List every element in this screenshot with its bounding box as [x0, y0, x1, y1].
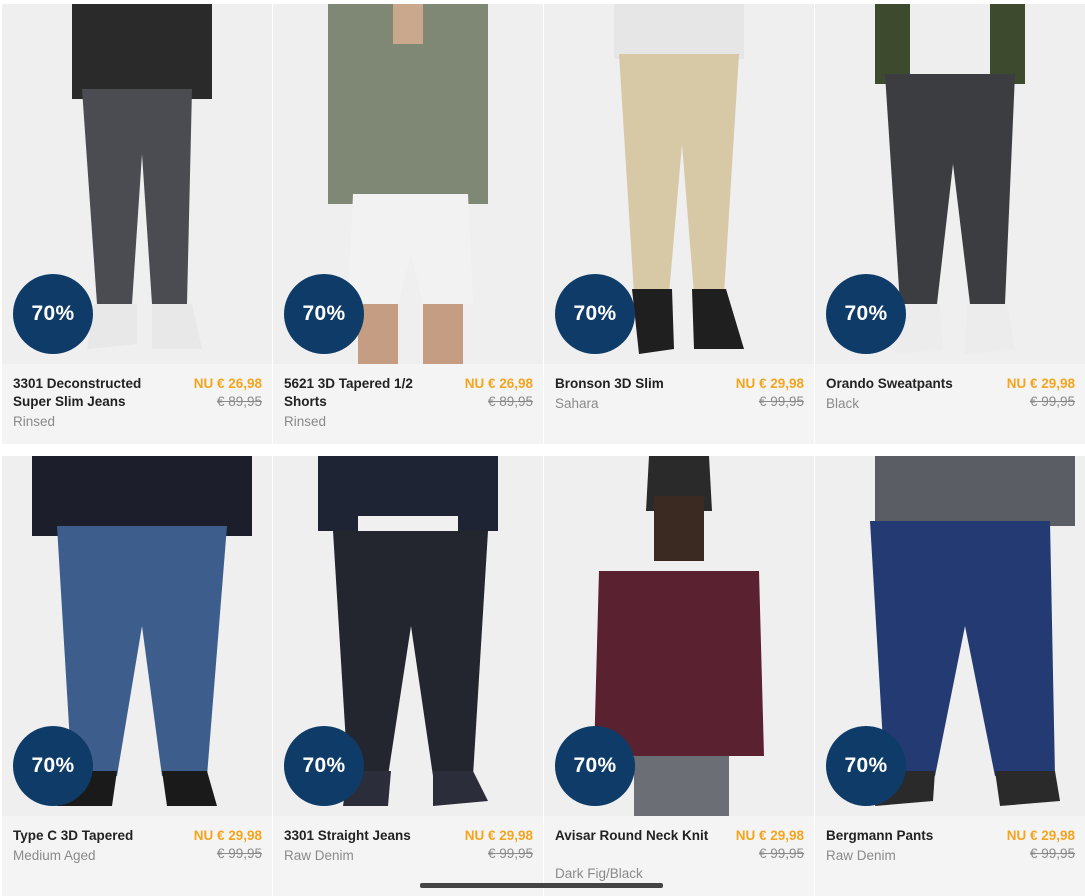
- discount-badge: 70%: [555, 274, 635, 354]
- product-color: Raw Denim: [826, 848, 896, 863]
- product-color: Rinsed: [13, 414, 56, 429]
- sale-price: NU € 29,98: [464, 828, 533, 843]
- sale-price: NU € 26,98: [464, 376, 533, 391]
- original-price: € 89,95: [216, 394, 262, 409]
- product-photo[interactable]: 70%: [815, 4, 1085, 364]
- product-card[interactable]: 70% Bronson 3D Slim Sahara NU € 29,98 € …: [544, 4, 814, 444]
- product-card[interactable]: 70% 3301 Straight Jeans Raw Denim NU € 2…: [273, 456, 543, 896]
- original-price: € 99,95: [758, 846, 804, 861]
- product-card[interactable]: 70% 3301 Deconstructed Super Slim Jeans …: [2, 4, 272, 444]
- original-price: € 99,95: [487, 846, 533, 861]
- discount-badge: 70%: [826, 274, 906, 354]
- product-card[interactable]: 70% Bergmann Pants Raw Denim NU € 29,98 …: [815, 456, 1085, 896]
- product-info: 5621 3D Tapered 1/2 Shorts Rinsed NU € 2…: [273, 364, 543, 444]
- product-info: Type C 3D Tapered Medium Aged NU € 29,98…: [2, 816, 272, 896]
- product-name[interactable]: Type C 3D Tapered: [13, 827, 173, 845]
- product-info: Bronson 3D Slim Sahara NU € 29,98 € 99,9…: [544, 364, 814, 444]
- horizontal-scrollbar[interactable]: [420, 883, 663, 888]
- product-color: Raw Denim: [284, 848, 354, 863]
- discount-badge: 70%: [826, 726, 906, 806]
- product-info: Bergmann Pants Raw Denim NU € 29,98 € 99…: [815, 816, 1085, 896]
- product-name[interactable]: 5621 3D Tapered 1/2 Shorts: [284, 375, 444, 411]
- product-color: Rinsed: [284, 414, 327, 429]
- product-name[interactable]: Bergmann Pants: [826, 827, 986, 845]
- product-photo[interactable]: 70%: [544, 4, 814, 364]
- discount-badge: 70%: [13, 274, 93, 354]
- product-photo[interactable]: 70%: [2, 456, 272, 816]
- original-price: € 89,95: [487, 394, 533, 409]
- discount-badge: 70%: [13, 726, 93, 806]
- discount-badge: 70%: [555, 726, 635, 806]
- original-price: € 99,95: [758, 394, 804, 409]
- sale-price: NU € 26,98: [193, 376, 262, 391]
- product-photo[interactable]: 70%: [544, 456, 814, 816]
- product-name[interactable]: 3301 Deconstructed Super Slim Jeans: [13, 375, 173, 411]
- product-name[interactable]: Orando Sweatpants: [826, 375, 986, 393]
- product-name[interactable]: Bronson 3D Slim: [555, 375, 715, 393]
- product-photo[interactable]: 70%: [273, 4, 543, 364]
- product-color: Medium Aged: [13, 848, 96, 863]
- product-photo[interactable]: 70%: [273, 456, 543, 816]
- product-photo[interactable]: 70%: [815, 456, 1085, 816]
- sale-price: NU € 29,98: [735, 376, 804, 391]
- product-card[interactable]: 70% Type C 3D Tapered Medium Aged NU € 2…: [2, 456, 272, 896]
- product-grid: 70% 3301 Deconstructed Super Slim Jeans …: [0, 0, 1085, 896]
- original-price: € 99,95: [1029, 394, 1075, 409]
- original-price: € 99,95: [216, 846, 262, 861]
- product-photo[interactable]: 70%: [2, 4, 272, 364]
- product-card[interactable]: 70% Avisar Round Neck Knit Dark Fig/Blac…: [544, 456, 814, 896]
- product-card[interactable]: 70% Orando Sweatpants Black NU € 29,98 €…: [815, 4, 1085, 444]
- sale-price: NU € 29,98: [735, 828, 804, 843]
- product-color: Dark Fig/Black: [555, 866, 643, 881]
- product-info: Orando Sweatpants Black NU € 29,98 € 99,…: [815, 364, 1085, 444]
- product-name[interactable]: Avisar Round Neck Knit: [555, 827, 715, 845]
- sale-price: NU € 29,98: [1006, 376, 1075, 391]
- product-name[interactable]: 3301 Straight Jeans: [284, 827, 444, 845]
- product-color: Sahara: [555, 396, 599, 411]
- discount-badge: 70%: [284, 726, 364, 806]
- sale-price: NU € 29,98: [1006, 828, 1075, 843]
- product-info: 3301 Deconstructed Super Slim Jeans Rins…: [2, 364, 272, 444]
- original-price: € 99,95: [1029, 846, 1075, 861]
- discount-badge: 70%: [284, 274, 364, 354]
- sale-price: NU € 29,98: [193, 828, 262, 843]
- product-card[interactable]: 70% 5621 3D Tapered 1/2 Shorts Rinsed NU…: [273, 4, 543, 444]
- product-color: Black: [826, 396, 860, 411]
